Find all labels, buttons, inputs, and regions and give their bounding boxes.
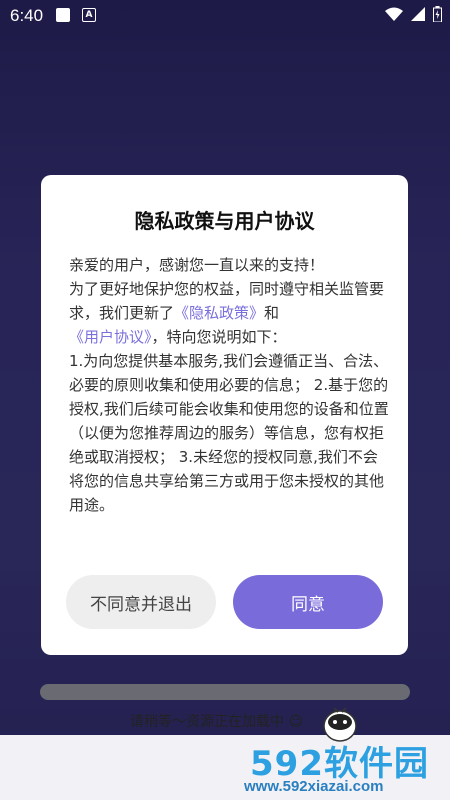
wifi-icon (385, 7, 403, 21)
intro-after-text: ，特向您说明如下： (151, 328, 287, 346)
dialog-title: 隐私政策与用户协议 (134, 209, 315, 233)
site-watermark: 592软件园 www.592xiazai.com (230, 736, 440, 798)
app-screen: 6:40 A 隐私政策与用户协议 亲爱的用户，感谢您一直以来的支持！ 为了更好地… (0, 0, 450, 800)
and-text: 和 (264, 304, 280, 322)
privacy-policy-link[interactable]: 《隐私政策》 (174, 304, 264, 322)
dialog-body: 亲爱的用户，感谢您一直以来的支持！ 为了更好地保护您的权益，同时遵守相关监管要求… (69, 253, 389, 517)
loading-progress-bar (40, 684, 410, 700)
greeting-text: 亲爱的用户，感谢您一直以来的支持！ (69, 256, 325, 274)
battery-icon (433, 6, 442, 22)
clauses-text: 1.为向您提供基本服务,我们会遵循正当、合法、必要的原则收集和使用必要的信息； … (69, 352, 389, 514)
agree-button[interactable]: 同意 (233, 575, 383, 629)
privacy-dialog: 隐私政策与用户协议 亲爱的用户，感谢您一直以来的支持！ 为了更好地保护您的权益，… (41, 175, 408, 655)
system-icons (385, 6, 442, 22)
notification-square-icon (56, 8, 70, 22)
loading-text: 请稍等～资源正在加载中 ☺ (130, 714, 304, 730)
status-bar: 6:40 A (0, 0, 450, 32)
decline-exit-button[interactable]: 不同意并退出 (66, 575, 216, 629)
user-agreement-link[interactable]: 《用户协议》 (69, 328, 152, 346)
watermark-url: www.592xiazai.com (244, 778, 384, 795)
intro-paragraph: 为了更好地保护您的权益，同时遵守相关监管要求，我们更新了《隐私政策》和 《用户协议… (69, 277, 389, 349)
status-time: 6:40 (10, 6, 44, 25)
signal-icon (411, 7, 425, 21)
notification-a-icon: A (82, 8, 96, 22)
